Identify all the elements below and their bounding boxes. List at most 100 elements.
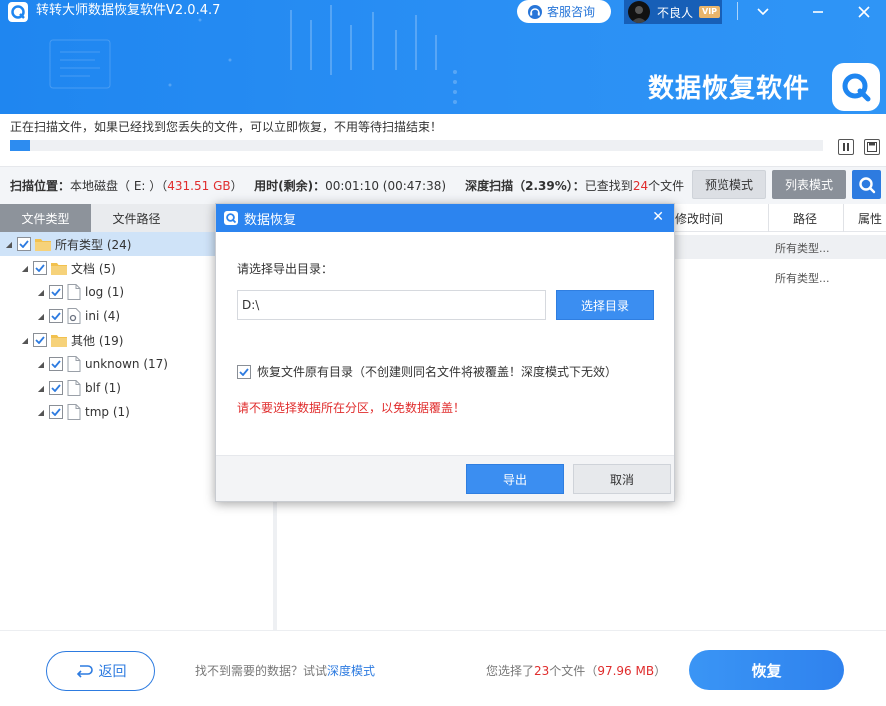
tab-file-path[interactable]: 文件路径 <box>91 204 182 232</box>
dialog-close-icon[interactable]: ✕ <box>652 209 664 225</box>
checkbox[interactable] <box>49 405 63 419</box>
column-attributes[interactable]: 属性 <box>858 204 882 232</box>
file-icon <box>67 284 81 300</box>
export-button[interactable]: 导出 <box>466 464 564 494</box>
export-path-input[interactable] <box>237 290 546 320</box>
user-account[interactable]: 不良人 VIP <box>624 0 722 24</box>
dialog-footer: 导出 取消 <box>216 456 674 501</box>
tab-file-type[interactable]: 文件类型 <box>0 204 91 232</box>
keep-structure-label: 恢复文件原有目录（不创建则同名文件将被覆盖！深度模式下无效） <box>257 365 618 379</box>
dialog-title: 数据恢复 <box>244 212 297 228</box>
tree-item-label: log (1) <box>85 285 125 299</box>
tree-item-label: blf (1) <box>85 381 121 395</box>
pause-button[interactable] <box>838 139 854 155</box>
keep-structure-checkbox[interactable] <box>237 364 251 379</box>
headset-icon <box>528 4 542 19</box>
tree-item-label: 所有类型 (24) <box>55 237 132 252</box>
list-mode-button[interactable]: 列表模式 <box>772 170 846 199</box>
selected-suffix: ） <box>654 664 667 678</box>
choose-directory-button[interactable]: 选择目录 <box>556 290 654 320</box>
column-divider <box>843 204 844 232</box>
customer-service-button[interactable]: 客服咨询 <box>517 0 611 23</box>
mode-percent: 2.39% <box>525 179 567 193</box>
partition-warning: 请不要选择数据所在分区，以免数据覆盖！ <box>237 401 466 415</box>
column-divider <box>768 204 769 232</box>
minimize-icon <box>813 11 823 13</box>
scan-info-text: 扫描位置：本地磁盘（ E: ）（431.51 GB） 用时(剩余)：00:01:… <box>10 178 708 194</box>
tree-item-label: ini (4) <box>85 309 121 323</box>
found-prefix: 已查找到 <box>584 179 633 193</box>
scan-status-message: 正在扫描文件，如果已经找到您丢失的文件，可以立即恢复，不用等待扫描结束！ <box>10 120 443 134</box>
menu-button[interactable] <box>745 0 781 24</box>
tree-item-label: unknown (17) <box>85 357 168 371</box>
search-button[interactable] <box>852 170 881 199</box>
cancel-button[interactable]: 取消 <box>573 464 671 494</box>
table-cell-path: 所有类型... <box>775 272 830 285</box>
checkbox[interactable] <box>33 333 47 347</box>
app-title: 转转大师数据恢复软件V2.0.4.7 <box>36 3 221 18</box>
back-button[interactable]: 返回 <box>46 651 155 691</box>
expand-arrow-icon[interactable]: ◢ <box>36 384 46 393</box>
found-count: 24 <box>632 179 649 193</box>
selected-count: 23 <box>534 664 550 678</box>
dialog-title-bar: 数据恢复 ✕ <box>216 204 674 232</box>
close-icon <box>858 6 870 18</box>
selected-size: 97.96 MB <box>597 664 655 678</box>
close-button[interactable] <box>846 0 882 24</box>
file-icon <box>67 404 81 420</box>
expand-arrow-icon[interactable]: ◢ <box>36 360 46 369</box>
deep-mode-link[interactable]: 深度模式 <box>327 664 375 678</box>
search-icon <box>858 176 875 193</box>
recover-button[interactable]: 恢复 <box>689 650 844 690</box>
data-recovery-dialog: 数据恢复 ✕ 请选择导出目录： 选择目录 恢复文件原有目录（不创建则同名文件将被… <box>215 203 675 502</box>
time-value: 00:01:10 (00:47:38) <box>325 179 447 193</box>
folder-icon <box>35 239 51 251</box>
app-logo-icon <box>224 211 238 225</box>
column-modified-time[interactable]: 修改时间 <box>675 204 723 232</box>
expand-arrow-icon[interactable]: ◢ <box>36 408 46 417</box>
expand-arrow-icon[interactable]: ◢ <box>20 336 30 345</box>
checkbox[interactable] <box>33 261 47 275</box>
mode-label: 深度扫描（ <box>465 179 526 193</box>
time-label: 用时(剩余)： <box>254 179 326 193</box>
app-logo-icon <box>8 2 28 22</box>
disk-size: 431.51 GB <box>167 179 231 193</box>
location-close: ） <box>230 179 243 193</box>
preview-mode-button[interactable]: 预览模式 <box>692 170 766 199</box>
hint-text: 找不到需要的数据？试试 <box>195 664 328 678</box>
bottom-bar: 返回 找不到需要的数据？试试深度模式 您选择了23个文件（97.96 MB） 恢… <box>0 630 886 706</box>
checkbox[interactable] <box>49 357 63 371</box>
location-value: 本地磁盘（ E: ）（ <box>70 179 168 193</box>
chevron-down-icon <box>757 8 769 16</box>
selected-prefix: 您选择了 <box>486 664 535 678</box>
folder-icon <box>51 335 67 347</box>
brand-text: 数据恢复软件 <box>648 74 811 104</box>
mode-close: ）： <box>566 179 585 193</box>
file-icon <box>67 356 81 372</box>
column-path[interactable]: 路径 <box>793 204 817 232</box>
table-cell-path: 所有类型... <box>775 242 830 255</box>
folder-icon <box>51 263 67 275</box>
vip-badge: VIP <box>699 6 721 18</box>
scan-progress-fill <box>10 140 30 151</box>
expand-arrow-icon[interactable]: ◢ <box>36 312 46 321</box>
checkbox[interactable] <box>49 309 63 323</box>
scan-progress-bar <box>10 140 823 151</box>
checkbox[interactable] <box>49 381 63 395</box>
app-header: 转转大师数据恢复软件V2.0.4.7 客服咨询 不良人 VIP 数据恢复软件 <box>0 0 886 114</box>
keep-structure-option[interactable]: 恢复文件原有目录（不创建则同名文件将被覆盖！深度模式下无效） <box>237 363 617 380</box>
export-dir-label: 请选择导出目录： <box>237 262 334 276</box>
save-scan-button[interactable] <box>864 139 880 155</box>
expand-arrow-icon[interactable]: ◢ <box>36 288 46 297</box>
deep-mode-hint: 找不到需要的数据？试试深度模式 <box>195 663 375 679</box>
checkbox[interactable] <box>17 237 31 251</box>
minimize-button[interactable] <box>800 0 836 24</box>
tree-item-label: 文档 (5) <box>71 261 116 276</box>
checkbox[interactable] <box>49 285 63 299</box>
expand-arrow-icon[interactable]: ◢ <box>4 240 14 249</box>
tree-item-label: tmp (1) <box>85 405 130 419</box>
expand-arrow-icon[interactable]: ◢ <box>20 264 30 273</box>
return-arrow-icon <box>76 665 93 678</box>
customer-service-label: 客服咨询 <box>547 5 596 19</box>
selected-mid: 个文件（ <box>549 664 598 678</box>
